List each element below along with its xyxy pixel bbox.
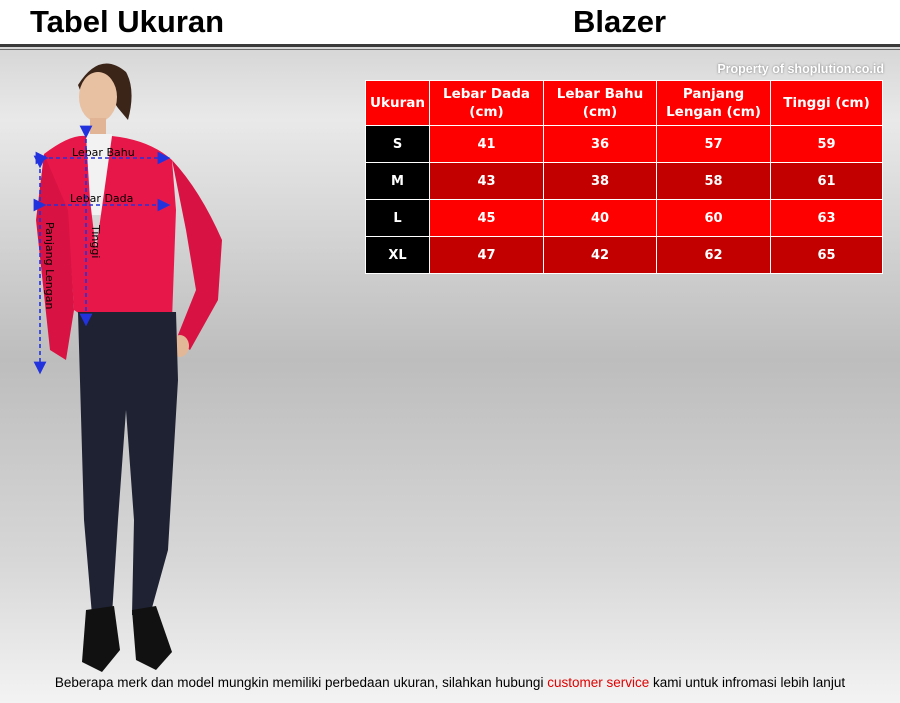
lebar-dada-cell: 45 xyxy=(429,199,544,237)
tinggi-cell: 61 xyxy=(770,162,883,200)
lebar-bahu-cell: 42 xyxy=(543,236,657,274)
model-figure: Lebar Bahu Lebar Dada Tinggi Panjang Len… xyxy=(33,63,222,672)
footer-text-before: Beberapa merk dan model mungkin memiliki… xyxy=(54,675,548,690)
header-bar: Tabel Ukuran Blazer xyxy=(0,0,900,44)
tinggi-cell: 63 xyxy=(770,199,883,237)
lebar-dada-cell: 41 xyxy=(429,125,544,163)
table-row: M 43 38 58 61 xyxy=(365,162,883,200)
lebar-dada-cell: 47 xyxy=(429,236,544,274)
lebar-bahu-cell: 40 xyxy=(543,199,657,237)
lebar-dada-cell: 43 xyxy=(429,162,544,200)
size-cell: XL xyxy=(365,236,430,274)
customer-service-link[interactable]: customer service xyxy=(547,675,649,690)
product-title: Blazer xyxy=(573,4,667,39)
footer-note: Beberapa merk dan model mungkin memiliki… xyxy=(0,675,900,690)
header-ukuran: Ukuran xyxy=(365,80,430,126)
table-row: S 41 36 57 59 xyxy=(365,125,883,163)
page-title: Tabel Ukuran xyxy=(30,4,225,39)
size-cell: L xyxy=(365,199,430,237)
lebar-bahu-cell: 38 xyxy=(543,162,657,200)
property-note: Property of shoplution.co.id xyxy=(717,62,884,76)
header-lebar-dada: Lebar Dada (cm) xyxy=(429,80,544,126)
panjang-lengan-label: Panjang Lengan xyxy=(43,222,56,309)
tinggi-cell: 59 xyxy=(770,125,883,163)
lebar-bahu-cell: 36 xyxy=(543,125,657,163)
panjang-lengan-cell: 57 xyxy=(656,125,771,163)
table-row: XL 47 42 62 65 xyxy=(365,236,883,274)
tinggi-cell: 65 xyxy=(770,236,883,274)
header-tinggi: Tinggi (cm) xyxy=(770,80,883,126)
panjang-lengan-cell: 62 xyxy=(656,236,771,274)
size-table: Ukuran Lebar Dada (cm) Lebar Bahu (cm) P… xyxy=(365,80,883,274)
header-panjang-lengan: Panjang Lengan (cm) xyxy=(656,80,771,126)
size-cell: S xyxy=(365,125,430,163)
footer-text-after: kami untuk infromasi lebih lanjut xyxy=(649,675,846,690)
tinggi-label: Tinggi xyxy=(89,224,102,258)
header-lebar-bahu: Lebar Bahu (cm) xyxy=(543,80,657,126)
table-row: L 45 40 60 63 xyxy=(365,199,883,237)
panjang-lengan-cell: 58 xyxy=(656,162,771,200)
lebar-dada-label: Lebar Dada xyxy=(70,192,133,205)
header-divider xyxy=(0,44,900,47)
size-cell: M xyxy=(365,162,430,200)
table-header-row: Ukuran Lebar Dada (cm) Lebar Bahu (cm) P… xyxy=(365,80,883,126)
panjang-lengan-cell: 60 xyxy=(656,199,771,237)
lebar-bahu-label: Lebar Bahu xyxy=(72,146,135,159)
